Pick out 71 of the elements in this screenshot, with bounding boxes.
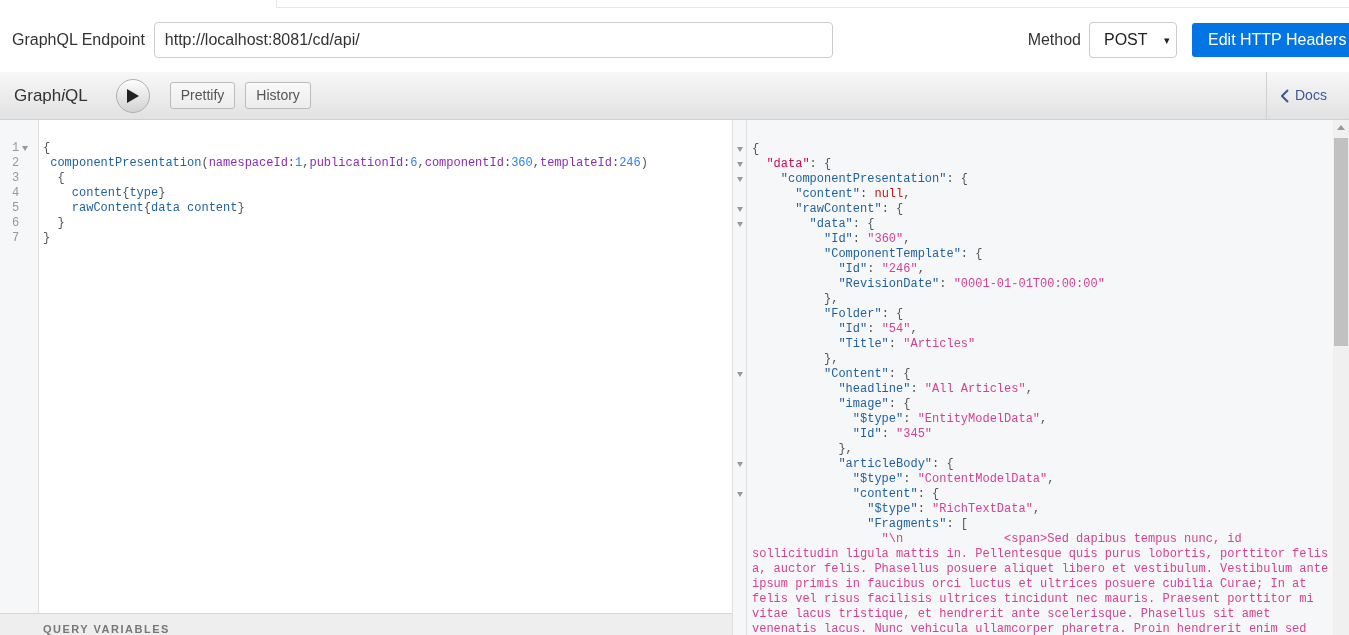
result-line: "Id": "54", xyxy=(837,322,918,337)
result-line: "componentPresentation": { xyxy=(779,172,969,187)
result-line: a, auctor felis. Phasellus posuere aliquet libero et vestibulum. Vestibulum ante xyxy=(752,562,1329,577)
line-number: 6 xyxy=(12,216,20,231)
scrollbar[interactable] xyxy=(1333,120,1349,635)
result-line: "headline": "All Articles", xyxy=(837,382,1033,397)
toolbar-button[interactable]: History xyxy=(245,82,311,109)
result-line: "$type": "EntityModelData", xyxy=(851,412,1048,427)
fold-arrow-icon[interactable] xyxy=(737,462,743,467)
result-line: "Content": { xyxy=(823,367,911,382)
result-line: "$type": "ContentModelData", xyxy=(851,472,1055,487)
edit-headers-button[interactable]: Edit HTTP Headers xyxy=(1192,23,1349,57)
result-line: "\n <span>Sed dapibus tempus nunc, id xyxy=(880,532,1242,547)
result-line: sollicitudin ligula mattis in. Pellentesque quis purus lobortis, porttitor felis xyxy=(752,547,1329,562)
result-line: vitae lacus tristique, et hendrerit ante scelerisque. Phasellus sit amet xyxy=(752,607,1271,622)
code-line: { xyxy=(56,171,65,186)
result-line: ipsum primis in faucibus orci luctus et ultrices posuere cubilia Curae; In at xyxy=(752,577,1307,592)
code-line: } xyxy=(56,216,65,231)
result-line: "RevisionDate": "0001-01-01T00:00:00" xyxy=(837,277,1105,292)
code-line: } xyxy=(43,231,51,246)
line-number: 2 xyxy=(12,156,20,171)
endpoint-label: GraphQL Endpoint xyxy=(12,30,145,50)
result-line: }, xyxy=(823,292,839,307)
scroll-up-icon[interactable] xyxy=(1337,125,1345,130)
scrollbar-thumb[interactable] xyxy=(1334,138,1348,346)
method-label: Method xyxy=(1027,30,1081,50)
result-line: "content": { xyxy=(851,487,940,502)
result-line: { xyxy=(752,142,760,157)
result-line: "articleBody": { xyxy=(837,457,954,472)
result-line: "content": null, xyxy=(794,187,911,202)
code-line: rawContent{data content} xyxy=(70,201,245,216)
result-line: "data": { xyxy=(765,157,832,172)
result-line: venenatis lacus. Nunc vehicula ullamcorper pharetra. Proin hendrerit enim sed xyxy=(752,622,1307,635)
line-number: 4 xyxy=(12,186,20,201)
fold-arrow-icon[interactable] xyxy=(737,147,743,152)
result-line: "Fragments": [ xyxy=(866,517,969,532)
code-line: componentPresentation(namespaceId:1,publicationId:6,componentId:360,templateId:246) xyxy=(49,156,648,171)
play-icon xyxy=(126,88,139,103)
fold-arrow-icon[interactable] xyxy=(737,372,743,377)
result-line: "rawContent": { xyxy=(794,202,904,217)
endpoint-input[interactable]: http://localhost:8081/cd/api/ xyxy=(153,22,833,58)
result-line: "Folder": { xyxy=(823,307,904,322)
run-button[interactable] xyxy=(115,78,150,113)
line-number: 7 xyxy=(12,231,20,246)
result-line: "Id": "246", xyxy=(837,262,925,277)
result-line: }, xyxy=(823,352,839,367)
fold-arrow-icon[interactable] xyxy=(737,177,743,182)
fold-arrow-icon[interactable] xyxy=(737,207,743,212)
result-line: "Id": "345" xyxy=(851,427,933,442)
result-line: felis vel risus facilisis ultrices tincidunt nec mauris. Praesent porttitor mi xyxy=(752,592,1314,607)
fold-arrow-icon[interactable] xyxy=(737,222,743,227)
code-line: { xyxy=(43,141,51,156)
fold-arrow-icon[interactable] xyxy=(737,162,743,167)
result-line: }, xyxy=(837,442,853,457)
docs-link[interactable]: Docs xyxy=(1281,85,1327,106)
result-line: "$type": "RichTextData", xyxy=(866,502,1041,517)
result-line: "Title": "Articles" xyxy=(837,337,976,352)
code-line: content{type} xyxy=(70,186,166,201)
result-line: "Id": "360", xyxy=(823,232,911,247)
result-line: "data": { xyxy=(808,217,875,232)
chevron-left-icon xyxy=(1281,88,1289,103)
method-select[interactable]: POST ▾ xyxy=(1089,22,1177,58)
toolbar-button[interactable]: Prettify xyxy=(169,82,236,109)
line-number: 5 xyxy=(12,201,20,216)
result-line: "ComponentTemplate": { xyxy=(823,247,983,262)
fold-arrow-icon[interactable] xyxy=(737,492,743,497)
result-line: "image": { xyxy=(837,397,911,412)
line-number: 1 xyxy=(12,141,20,156)
fold-arrow-icon[interactable] xyxy=(22,146,29,151)
app-title: GraphiQL xyxy=(14,84,88,107)
line-number: 3 xyxy=(12,171,20,186)
